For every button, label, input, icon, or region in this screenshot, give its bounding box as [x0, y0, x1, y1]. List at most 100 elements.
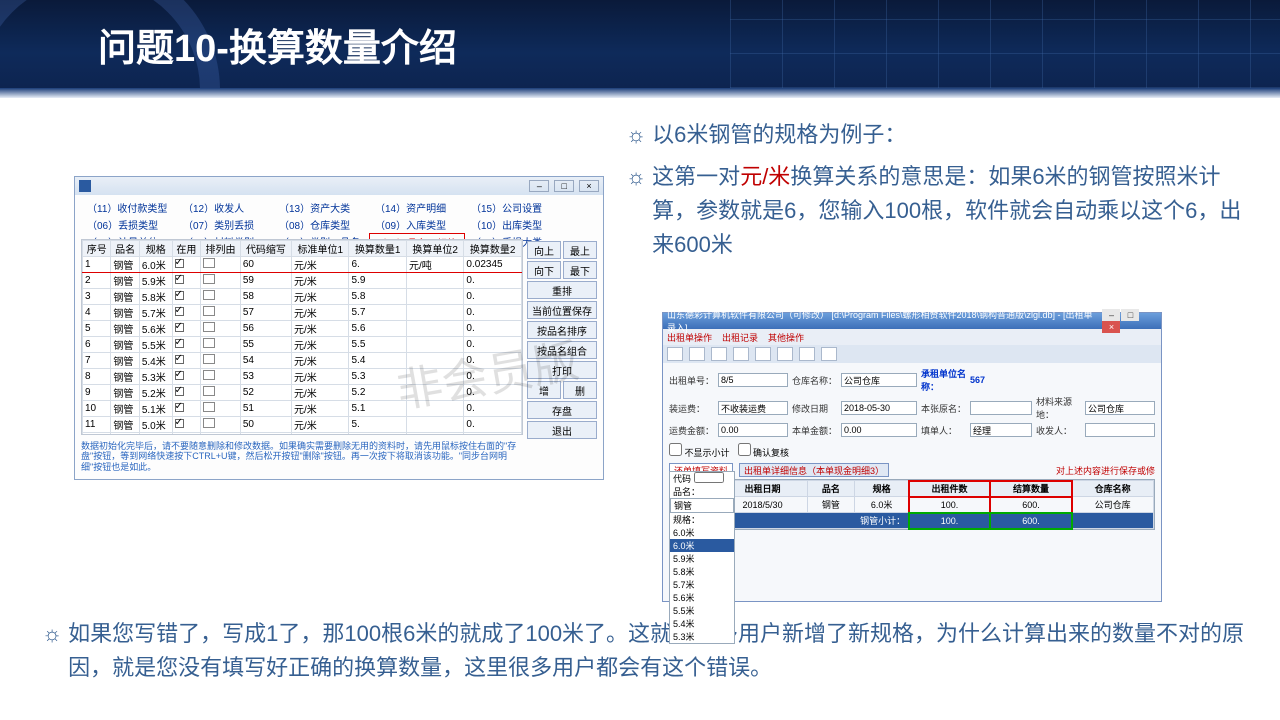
tool-icon[interactable] — [821, 347, 837, 361]
move-bottom-button[interactable]: 最下 — [563, 261, 597, 279]
sort-by-name-button[interactable]: 按品名排序 — [527, 321, 597, 339]
sun-icon: ☼ — [626, 160, 646, 194]
exit-button[interactable]: 退出 — [527, 421, 597, 439]
category-tab[interactable]: （09）入库类型 — [369, 216, 465, 233]
grid-cell[interactable]: 600. — [990, 497, 1072, 513]
select-ship[interactable] — [718, 401, 788, 415]
minimize-icon[interactable]: – — [1102, 309, 1120, 321]
col-header[interactable]: 规格 — [139, 241, 172, 257]
maximize-icon[interactable]: □ — [1121, 309, 1139, 321]
col-header[interactable]: 标准单位1 — [292, 241, 349, 257]
tab-detail-2[interactable]: 出租单详细信息（本单现金明细3） — [739, 463, 889, 477]
table-row[interactable]: 9钢管5.2米52元/米5.20. — [83, 385, 522, 401]
move-up-button[interactable]: 向上 — [527, 241, 561, 259]
save-button[interactable]: 存盘 — [527, 401, 597, 419]
table-row[interactable]: 8钢管5.3米53元/米5.30. — [83, 369, 522, 385]
tool-icon[interactable] — [667, 347, 683, 361]
input-fee[interactable] — [718, 423, 788, 437]
select-src[interactable] — [1085, 401, 1155, 415]
col-header[interactable]: 品名 — [111, 241, 139, 257]
code-input[interactable] — [694, 472, 724, 483]
delete-button[interactable]: 删 — [563, 381, 597, 399]
category-tab[interactable]: （06）丢损类型 — [81, 216, 177, 233]
table-row[interactable]: 4钢管5.7米57元/米5.70. — [83, 305, 522, 321]
print-button[interactable]: 打印 — [527, 361, 597, 379]
label-orig: 本张原名： — [921, 402, 966, 415]
col-header[interactable]: 换算数量1 — [349, 241, 406, 257]
tool-icon[interactable] — [733, 347, 749, 361]
menu-item[interactable]: 出租记录 — [722, 331, 758, 344]
label-customer: 承租单位名称： — [921, 367, 966, 393]
col-header[interactable]: 在用 — [172, 241, 200, 257]
input-sender[interactable] — [1085, 423, 1155, 437]
col-header[interactable]: 换算数量2 — [464, 241, 522, 257]
input-writer[interactable] — [970, 423, 1032, 437]
category-tab[interactable]: （07）类别丢损 — [177, 216, 273, 233]
slide-banner: 问题10-换算数量介绍 — [0, 0, 1280, 88]
spec-option[interactable]: 5.3米 — [670, 630, 734, 643]
col-header[interactable]: 序号 — [83, 241, 111, 257]
tool-icon[interactable] — [711, 347, 727, 361]
category-tab[interactable]: （14）资产明细 — [369, 199, 465, 216]
input-no[interactable] — [718, 373, 788, 387]
spec-table[interactable]: 序号品名规格在用排列由代码缩写标准单位1换算数量1换算单位2换算数量21钢管6.… — [82, 240, 522, 435]
select-wh[interactable] — [841, 373, 917, 387]
move-top-button[interactable]: 最上 — [563, 241, 597, 259]
close-icon[interactable]: × — [1102, 321, 1120, 333]
table-row[interactable]: 7钢管5.4米54元/米5.40. — [83, 353, 522, 369]
spec-option[interactable]: 5.7米 — [670, 578, 734, 591]
spec-option[interactable]: 5.4米 — [670, 617, 734, 630]
menu-item[interactable]: 出租单操作 — [667, 331, 712, 344]
close-icon[interactable]: × — [579, 180, 599, 192]
move-down-button[interactable]: 向下 — [527, 261, 561, 279]
input-amt[interactable] — [841, 423, 917, 437]
grid-cell[interactable]: 钢管 — [807, 497, 854, 513]
pinming-value[interactable]: 钢管 — [670, 498, 734, 513]
category-tab[interactable]: （10）出库类型 — [465, 216, 561, 233]
input-mdate[interactable] — [841, 401, 917, 415]
spec-option[interactable]: 5.9米 — [670, 552, 734, 565]
grid-cell[interactable]: 公司仓库 — [1072, 497, 1154, 513]
col-header[interactable]: 排列由 — [201, 241, 241, 257]
category-tab[interactable]: （13）资产大类 — [273, 199, 369, 216]
spec-option[interactable]: 5.5米 — [670, 604, 734, 617]
tool-icon[interactable] — [777, 347, 793, 361]
label-writer: 填单人： — [921, 424, 966, 437]
table-row[interactable]: 11钢管5.0米50元/米5.0. — [83, 417, 522, 433]
category-tab[interactable]: （12）收发人 — [177, 199, 273, 216]
spec-option[interactable]: 6.0米 — [670, 526, 734, 539]
table-row[interactable]: 2钢管5.9米59元/米5.90. — [83, 273, 522, 289]
minimize-icon[interactable]: – — [529, 180, 549, 192]
table-row[interactable]: 5钢管5.6米56元/米5.60. — [83, 321, 522, 337]
menu-item[interactable]: 其他操作 — [768, 331, 804, 344]
tool-icon[interactable] — [755, 347, 771, 361]
label-amt: 本单金额： — [792, 424, 837, 437]
maximize-icon[interactable]: □ — [554, 180, 574, 192]
table-row[interactable]: 12钢管4.9米49元/米4.90. — [83, 433, 522, 436]
table-row[interactable]: 6钢管5.5米55元/米5.50. — [83, 337, 522, 353]
col-header[interactable]: 代码缩写 — [240, 241, 291, 257]
combine-button[interactable]: 按品名组合 — [527, 341, 597, 359]
table-row[interactable]: 1钢管6.0米60元/米6.元/吨0.02345 — [83, 257, 522, 273]
add-button[interactable]: 增 — [527, 381, 561, 399]
label-mdate: 修改日期 — [792, 402, 837, 415]
spec-option[interactable]: 6.0米 — [670, 539, 734, 552]
input-orig[interactable] — [970, 401, 1032, 415]
table-row[interactable]: 3钢管5.8米58元/米5.80. — [83, 289, 522, 305]
category-tab[interactable]: （15）公司设置 — [465, 199, 561, 216]
grid-cell[interactable]: 100. — [909, 497, 991, 513]
category-tab[interactable]: （11）收付款类型 — [81, 199, 177, 216]
col-header[interactable]: 换算单位2 — [406, 241, 463, 257]
spec-option[interactable]: 5.6米 — [670, 591, 734, 604]
save-position-button[interactable]: 当前位置保存 — [527, 301, 597, 319]
table-row[interactable]: 10钢管5.1米51元/米5.10. — [83, 401, 522, 417]
spec-option[interactable]: 5.8米 — [670, 565, 734, 578]
reorder-button[interactable]: 重排 — [527, 281, 597, 299]
grid-cell[interactable]: 6.0米 — [855, 497, 909, 513]
checkbox-confirm[interactable] — [738, 443, 751, 456]
tool-icon[interactable] — [799, 347, 815, 361]
label-ship: 装运费： — [669, 402, 714, 415]
category-tab[interactable]: （08）仓库类型 — [273, 216, 369, 233]
checkbox-noshow[interactable] — [669, 443, 682, 456]
tool-icon[interactable] — [689, 347, 705, 361]
